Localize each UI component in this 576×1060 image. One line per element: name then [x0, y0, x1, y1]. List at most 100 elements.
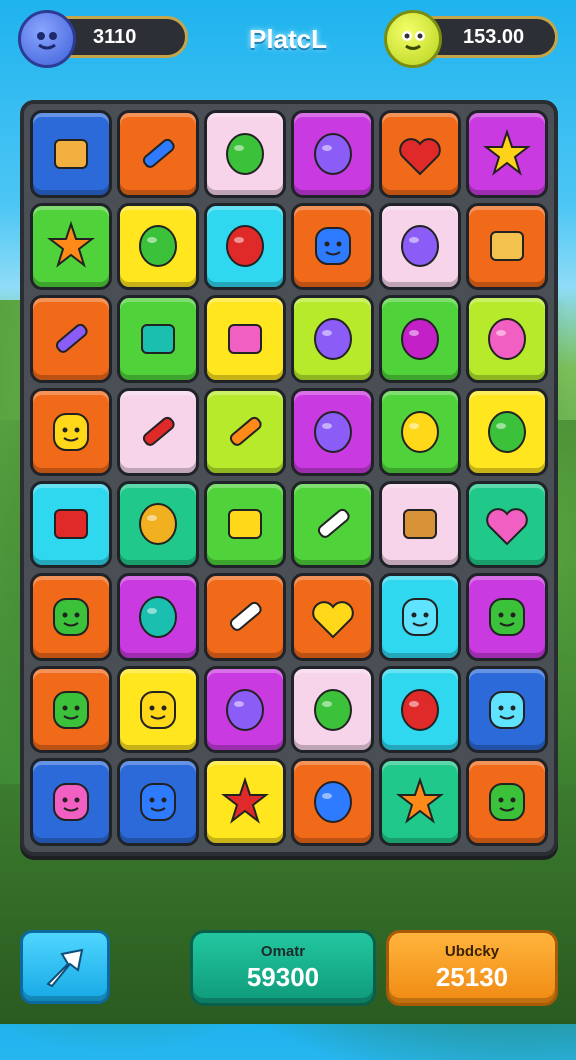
red-apple-icon — [226, 225, 265, 268]
blue-drop-face-icon — [140, 783, 177, 822]
back-button[interactable] — [20, 930, 110, 1004]
wood-block-icon — [402, 509, 437, 540]
teal-book-icon — [141, 324, 176, 355]
purple-pencil-icon — [56, 323, 88, 353]
board-tile[interactable] — [465, 573, 548, 661]
board-tile[interactable] — [204, 758, 287, 846]
cyan-hat-face-icon — [488, 690, 525, 729]
left-stat-box[interactable]: Omatr 59300 — [190, 930, 376, 1006]
blue-gumdrop-icon — [314, 227, 351, 266]
board-tile[interactable] — [378, 665, 461, 754]
purple-blob-icon — [313, 132, 352, 175]
board-tile[interactable] — [117, 110, 200, 198]
game-board — [20, 100, 558, 856]
blue-key-icon — [143, 138, 175, 168]
pink-heart-icon — [486, 508, 528, 546]
pink-book-icon — [228, 324, 263, 355]
player-avatar-icon[interactable] — [18, 10, 76, 68]
board-tile[interactable] — [30, 387, 113, 476]
game-title: PlatcL — [248, 24, 328, 54]
board-tile[interactable] — [30, 665, 113, 754]
red-heart-icon — [398, 138, 441, 176]
crossed-pencils-icon — [317, 509, 350, 539]
board-tile[interactable] — [465, 480, 548, 569]
orange-sun-icon — [395, 777, 444, 824]
board-tile[interactable] — [465, 295, 548, 383]
left-score-value: 3110 — [93, 25, 137, 48]
green-arch-icon — [139, 225, 178, 268]
board-tile[interactable] — [291, 387, 374, 476]
board-tile[interactable] — [30, 110, 113, 198]
board-tile[interactable] — [204, 480, 287, 569]
right-score-value: 153.00 — [463, 25, 525, 48]
board-tile[interactable] — [117, 295, 200, 383]
purple-radish-icon — [226, 688, 265, 731]
board-tile[interactable] — [291, 295, 374, 383]
board-tile[interactable] — [291, 202, 374, 291]
board-tile[interactable] — [117, 573, 200, 661]
right-stat-value: 25130 — [435, 962, 509, 992]
purple-rock-icon — [313, 410, 352, 453]
opponent-avatar-icon[interactable] — [384, 10, 442, 68]
board-tile[interactable] — [378, 573, 461, 661]
board-tile[interactable] — [30, 295, 113, 383]
blue-balloon-icon — [313, 781, 352, 824]
board-tile[interactable] — [204, 665, 287, 754]
board-tile[interactable] — [378, 202, 461, 291]
board-tile[interactable] — [291, 480, 374, 569]
board-tile[interactable] — [465, 387, 548, 476]
board-tile[interactable] — [30, 480, 113, 569]
board-tile[interactable] — [291, 665, 374, 754]
green-capped-face-icon — [488, 783, 525, 822]
board-tile[interactable] — [117, 202, 200, 291]
board-tile[interactable] — [30, 202, 113, 291]
gold-coin-icon — [139, 503, 178, 546]
arrow-icon — [46, 948, 84, 988]
board-tile[interactable] — [465, 110, 548, 198]
pink-capped-face-icon — [53, 783, 90, 822]
left-stat-label: Omatr — [260, 943, 306, 960]
sun-face-icon — [482, 128, 531, 176]
board-tile[interactable] — [465, 758, 548, 846]
yellow-bear-icon — [53, 412, 90, 451]
red-lollipop-icon — [400, 688, 439, 731]
teal-gem-icon — [139, 595, 178, 638]
board-tile[interactable] — [117, 665, 200, 754]
board-tile[interactable] — [378, 295, 461, 383]
yellow-chip-icon — [228, 509, 263, 540]
green-hair-face-icon — [488, 597, 525, 636]
board-tile[interactable] — [30, 758, 113, 846]
orange-star-icon — [47, 221, 96, 269]
orange-brush-icon — [230, 416, 263, 446]
right-stat-box[interactable]: Ubdcky 25130 — [386, 930, 558, 1006]
board-tile[interactable] — [465, 202, 548, 291]
green-shell-icon — [487, 410, 526, 453]
purple-bird-icon — [313, 318, 352, 361]
green-button-icon — [226, 132, 265, 175]
crossed-crayons-icon — [230, 601, 263, 631]
pink-balloon-icon — [487, 318, 526, 361]
board-tile[interactable] — [30, 573, 113, 661]
board-tile[interactable] — [291, 573, 374, 661]
board-tile[interactable] — [204, 387, 287, 476]
red-brick-icon — [54, 509, 89, 540]
board-tile[interactable] — [204, 110, 287, 198]
board-tile[interactable] — [465, 665, 548, 754]
yellow-drop-icon — [400, 410, 439, 453]
board-tile[interactable] — [117, 758, 200, 846]
board-tile[interactable] — [378, 758, 461, 846]
magenta-berry-icon — [400, 318, 439, 361]
board-tile[interactable] — [291, 758, 374, 846]
board-tile[interactable] — [204, 295, 287, 383]
board-tile[interactable] — [117, 387, 200, 476]
board-tile[interactable] — [378, 110, 461, 198]
board-tile[interactable] — [378, 480, 461, 569]
board-tile[interactable] — [117, 480, 200, 569]
right-stat-label: Ubdcky — [444, 943, 500, 960]
board-tile[interactable] — [378, 387, 461, 476]
green-monster-icon — [53, 690, 90, 729]
board-tile[interactable] — [204, 202, 287, 291]
yellow-heart-icon — [311, 601, 354, 639]
board-tile[interactable] — [291, 110, 374, 198]
board-tile[interactable] — [204, 573, 287, 661]
